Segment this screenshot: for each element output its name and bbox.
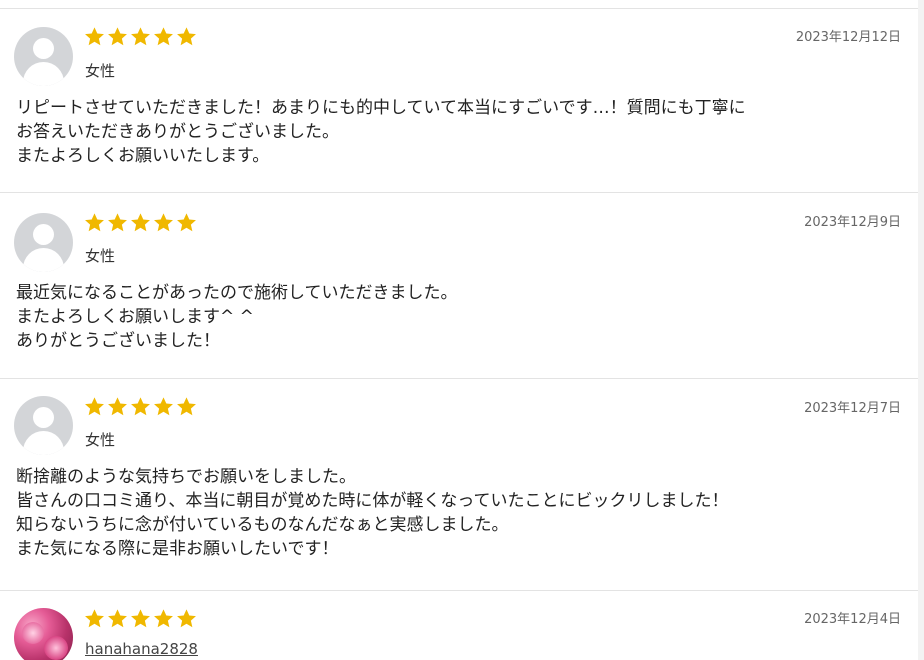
review-date: 2023年12月4日 bbox=[804, 612, 901, 627]
star-icon bbox=[130, 26, 151, 47]
star-icon bbox=[176, 396, 197, 417]
reviewer-label: 女性 bbox=[85, 247, 116, 265]
review-text-line: リピートさせていただきました！あまりにも的中していて本当にすごいです…！質問にも… bbox=[16, 98, 746, 118]
avatar-icon bbox=[14, 396, 73, 455]
review-item: 女性 2023年12月7日 断捨離のような気持ちでお願いをしました。 皆さんの口… bbox=[0, 378, 918, 590]
review-text-line: また気になる際に是非お願いしたいです！ bbox=[16, 539, 339, 559]
star-icon bbox=[176, 212, 197, 233]
review-text-line: またよろしくお願いします^ ^ bbox=[16, 307, 254, 327]
review-text: 最近気になることがあったので施術していただきました。 またよろしくお願いします^… bbox=[16, 281, 458, 353]
review-text-line: 知らないうちに念が付いているものなんだなぁと実感しました。 bbox=[16, 515, 509, 535]
rating-stars bbox=[84, 212, 197, 233]
avatar-icon bbox=[14, 27, 73, 86]
avatar-icon bbox=[14, 213, 73, 272]
review-item: 女性 2023年12月9日 最近気になることがあったので施術していただきました。… bbox=[0, 192, 918, 378]
star-icon bbox=[84, 608, 105, 629]
review-text-line: 最近気になることがあったので施術していただきました。 bbox=[16, 283, 458, 303]
review-date: 2023年12月9日 bbox=[804, 215, 901, 230]
star-icon bbox=[84, 212, 105, 233]
star-icon bbox=[107, 212, 128, 233]
review-text: 断捨離のような気持ちでお願いをしました。 皆さんの口コミ通り、本当に朝目が覚めた… bbox=[16, 465, 728, 561]
review-text-line: 断捨離のような気持ちでお願いをしました。 bbox=[16, 467, 356, 487]
rating-stars bbox=[84, 608, 197, 629]
user-photo-icon bbox=[14, 608, 73, 660]
star-icon bbox=[176, 608, 197, 629]
review-item: hanahana2828 2023年12月4日 bbox=[0, 590, 918, 660]
review-text-line: 皆さんの口コミ通り、本当に朝目が覚めた時に体が軽くなっていたことにビックリしまし… bbox=[16, 491, 729, 511]
star-icon bbox=[153, 26, 174, 47]
star-icon bbox=[130, 608, 151, 629]
rating-stars bbox=[84, 26, 197, 47]
star-icon bbox=[107, 26, 128, 47]
star-icon bbox=[107, 396, 128, 417]
reviewer-label: 女性 bbox=[85, 431, 116, 449]
star-icon bbox=[153, 608, 174, 629]
star-icon bbox=[130, 212, 151, 233]
rating-stars bbox=[84, 396, 197, 417]
reviewer-label: 女性 bbox=[85, 62, 116, 80]
review-date: 2023年12月12日 bbox=[795, 30, 901, 45]
star-icon bbox=[153, 212, 174, 233]
review-item: 女性 2023年12月12日 リピートさせていただきました！あまりにも的中してい… bbox=[0, 8, 918, 192]
star-icon bbox=[130, 396, 151, 417]
star-icon bbox=[84, 26, 105, 47]
star-icon bbox=[153, 396, 174, 417]
review-list: 女性 2023年12月12日 リピートさせていただきました！あまりにも的中してい… bbox=[0, 0, 918, 660]
reviewer-profile-link[interactable]: hanahana2828 bbox=[85, 640, 198, 658]
review-text: リピートさせていただきました！あまりにも的中していて本当にすごいです…！質問にも… bbox=[16, 96, 746, 168]
review-text-line: またよろしくお願いいたします。 bbox=[16, 146, 270, 166]
review-date: 2023年12月7日 bbox=[804, 401, 901, 416]
star-icon bbox=[107, 608, 128, 629]
star-icon bbox=[84, 396, 105, 417]
review-text-line: お答えいただきありがとうございました。 bbox=[16, 122, 339, 142]
review-text-line: ありがとうございました！ bbox=[16, 331, 220, 351]
star-icon bbox=[176, 26, 197, 47]
